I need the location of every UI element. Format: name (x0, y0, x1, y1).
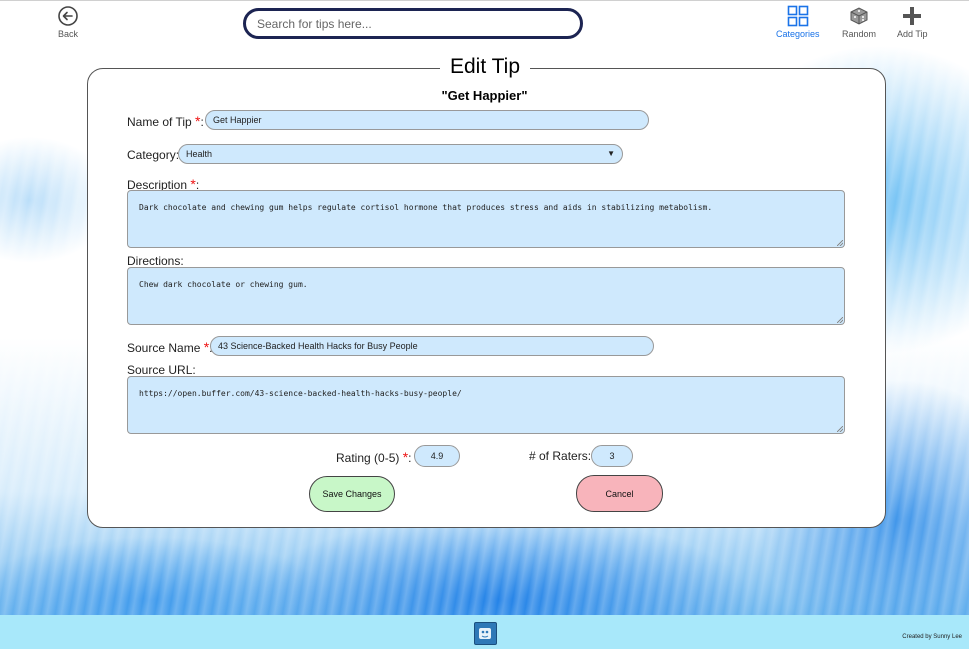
top-bar: Back Categories Random Add Tip (0, 0, 969, 44)
directions-label: Directions: (127, 254, 184, 268)
source-url-label: Source URL: (127, 363, 196, 377)
name-label-group: Name of Tip *: (127, 113, 204, 129)
categories-label: Categories (776, 29, 820, 39)
label-colon: : (408, 451, 412, 465)
app-logo-icon[interactable] (474, 622, 497, 645)
chevron-down-icon: ▼ (607, 149, 615, 158)
raters-label: # of Raters: (529, 449, 592, 463)
resize-handle-icon[interactable] (837, 317, 843, 323)
footer: Created by Sunny Lee (0, 615, 969, 649)
random-label: Random (842, 29, 877, 39)
back-label: Back (57, 29, 78, 39)
rating-field[interactable]: 4.9 (414, 445, 460, 467)
arrow-left-circle-icon (58, 6, 78, 26)
save-changes-button[interactable]: Save Changes (309, 476, 395, 512)
rating-label-group: Rating (0-5) *: (336, 449, 412, 465)
resize-handle-icon[interactable] (837, 426, 843, 432)
random-button[interactable]: Random (842, 5, 876, 39)
directions-text: Chew dark chocolate or chewing gum. (139, 280, 308, 289)
search-input[interactable] (243, 8, 583, 39)
category-select[interactable]: Health ▼ (178, 144, 623, 164)
source-name-label: Source Name (127, 341, 201, 355)
add-tip-label: Add Tip (897, 29, 928, 39)
name-field[interactable]: Get Happier (205, 110, 649, 130)
dice-icon (850, 7, 868, 25)
back-button[interactable]: Back (57, 5, 79, 39)
resize-handle-icon[interactable] (837, 240, 843, 246)
page-title: Edit Tip (440, 55, 530, 79)
plus-icon (903, 7, 922, 25)
category-value: Health (186, 149, 213, 159)
source-url-text: https://open.buffer.com/43-science-backe… (139, 389, 462, 398)
categories-button[interactable]: Categories (776, 5, 820, 39)
add-tip-button[interactable]: Add Tip (897, 5, 928, 39)
name-label: Name of Tip (127, 115, 192, 129)
raters-field[interactable]: 3 (591, 445, 633, 467)
rating-label: Rating (0-5) (336, 451, 400, 465)
description-text: Dark chocolate and chewing gum helps reg… (139, 203, 713, 212)
source-name-label-group: Source Name *: (127, 339, 213, 355)
source-url-textarea[interactable]: https://open.buffer.com/43-science-backe… (127, 376, 845, 434)
directions-textarea[interactable]: Chew dark chocolate or chewing gum. (127, 267, 845, 325)
grid-icon (787, 5, 809, 27)
category-label: Category: (127, 148, 180, 162)
tip-subtitle: "Get Happier" (441, 88, 528, 103)
label-colon: : (200, 115, 204, 129)
source-name-field[interactable]: 43 Science-Backed Health Hacks for Busy … (210, 336, 654, 356)
footer-credit: Created by Sunny Lee (902, 634, 962, 640)
description-textarea[interactable]: Dark chocolate and chewing gum helps reg… (127, 190, 845, 248)
cancel-button[interactable]: Cancel (576, 475, 663, 512)
